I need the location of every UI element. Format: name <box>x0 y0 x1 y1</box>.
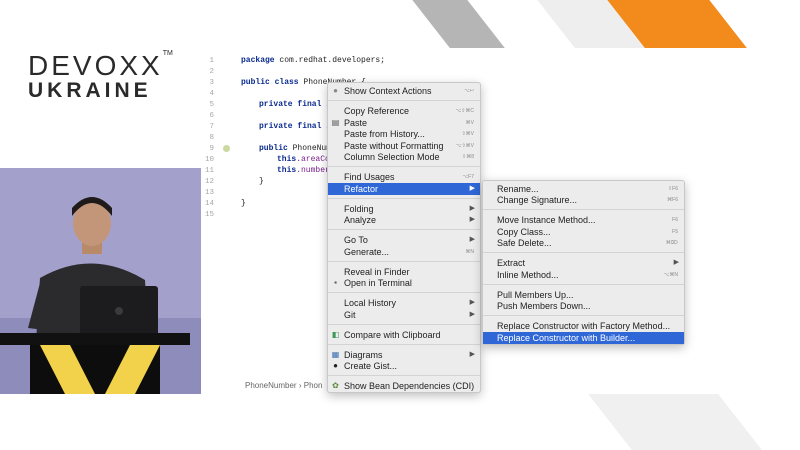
line-number: 8 <box>209 134 214 142</box>
menu-item-local-history[interactable]: Local History ▶ <box>328 297 480 309</box>
menu-item-analyze[interactable]: Analyze ▶ <box>328 214 480 226</box>
code-line: } <box>241 199 246 208</box>
refactor-submenu: Rename... ⇧F6 Change Signature... ⌘F6 Move… <box>482 180 685 345</box>
menu-separator <box>328 344 480 345</box>
menu-item-create-gist[interactable]: ● Create Gist... <box>328 360 480 372</box>
line-number: 15 <box>204 211 214 219</box>
menu-separator <box>328 166 480 167</box>
menu-item-generate[interactable]: Generate... ⌘N <box>328 246 480 258</box>
shortcut: ⌘F6 <box>667 197 678 203</box>
shortcut: ⇧⌘8 <box>462 154 474 160</box>
line-number: 6 <box>209 112 214 120</box>
menu-separator <box>328 324 480 325</box>
menu-item-git[interactable]: Git ▶ <box>328 309 480 321</box>
code-line: this.areaCod <box>277 155 335 164</box>
logo-line2: UKRAINE <box>28 79 152 102</box>
code-line: private final in <box>259 122 336 131</box>
menu-item-show-context-actions[interactable]: ● Show Context Actions ⌥↩ <box>328 85 480 97</box>
devoxx-ukraine-logo: DEVOXXTM UKRAINE <box>28 50 173 103</box>
code-line: public PhoneNumb <box>259 144 336 153</box>
menu-item-copy-reference[interactable]: Copy Reference ⌥⇧⌘C <box>328 105 480 117</box>
shortcut: ⌥↩ <box>464 88 474 94</box>
compare-icon: ◧ <box>331 330 340 339</box>
clipboard-icon: ▤ <box>331 118 340 127</box>
menu-item-column-selection-mode[interactable]: Column Selection Mode ⇧⌘8 <box>328 151 480 163</box>
logo-trademark: TM <box>162 50 173 57</box>
line-number: 2 <box>209 68 214 76</box>
submenu-arrow-icon: ▶ <box>469 236 475 243</box>
line-number: 7 <box>209 123 214 131</box>
menu-item-push-members-down[interactable]: Push Members Down... <box>483 300 684 312</box>
menu-item-show-bean-dependencies[interactable]: ✿ Show Bean Dependencies (CDI) <box>328 380 480 392</box>
menu-separator <box>328 198 480 199</box>
shortcut: ⌥F7 <box>462 174 474 180</box>
menu-item-extract[interactable]: Extract ▶ <box>483 257 684 269</box>
submenu-arrow-icon: ▶ <box>469 311 475 318</box>
shortcut: ⌘⌦ <box>665 240 678 246</box>
context-menu: ● Show Context Actions ⌥↩ Copy Reference ⌥⇧… <box>327 82 481 393</box>
code-line: private final in <box>259 100 336 109</box>
menu-item-find-usages[interactable]: Find Usages ⌥F7 <box>328 171 480 183</box>
menu-item-paste-from-history[interactable]: Paste from History... ⇧⌘V <box>328 128 480 140</box>
menu-item-replace-constructor-builder[interactable]: Replace Constructor with Builder... <box>483 332 684 344</box>
bean-icon: ✿ <box>332 381 339 390</box>
menu-separator <box>328 375 480 376</box>
stage: DEVOXXTM UKRAINE 1 2 3 4 5 6 7 8 9 10 11… <box>0 0 800 450</box>
shortcut: ⌘N <box>465 249 474 255</box>
menu-item-refactor[interactable]: Refactor ▶ <box>328 183 480 195</box>
presenter-video <box>0 168 201 394</box>
submenu-arrow-icon: ▶ <box>469 185 475 192</box>
line-number: 12 <box>204 178 214 186</box>
line-number: 9 <box>209 145 214 153</box>
line-number: 13 <box>204 189 214 197</box>
logo-line1: DEVOXX <box>28 50 163 81</box>
github-icon: ● <box>333 361 338 370</box>
menu-item-inline-method[interactable]: Inline Method... ⌥⌘N <box>483 269 684 281</box>
submenu-arrow-icon: ▶ <box>673 259 679 266</box>
submenu-arrow-icon: ▶ <box>469 216 475 223</box>
menu-item-safe-delete[interactable]: Safe Delete... ⌘⌦ <box>483 237 684 249</box>
menu-item-go-to[interactable]: Go To ▶ <box>328 234 480 246</box>
menu-item-replace-constructor-factory[interactable]: Replace Constructor with Factory Method.… <box>483 320 684 332</box>
shortcut: ⇧⌘V <box>461 131 474 137</box>
shortcut: F6 <box>672 217 678 223</box>
menu-item-open-in-terminal[interactable]: ▪ Open in Terminal <box>328 277 480 289</box>
presenter-image <box>0 168 201 394</box>
line-number: 5 <box>209 101 214 109</box>
code-line: this.number <box>277 166 330 175</box>
menu-separator <box>483 252 684 253</box>
menu-item-move-instance-method[interactable]: Move Instance Method... F6 <box>483 214 684 226</box>
menu-separator <box>483 284 684 285</box>
line-number: 1 <box>209 57 214 65</box>
line-number: 10 <box>204 156 214 164</box>
menu-separator <box>483 315 684 316</box>
menu-separator <box>328 229 480 230</box>
menu-separator <box>328 100 480 101</box>
code-line: package com.redhat.developers; <box>241 56 386 65</box>
line-number: 4 <box>209 90 214 98</box>
line-number: 14 <box>204 200 214 208</box>
breadcrumb-item[interactable]: Phon <box>304 381 323 390</box>
terminal-icon: ▪ <box>334 278 337 287</box>
menu-item-change-signature[interactable]: Change Signature... ⌘F6 <box>483 194 684 206</box>
shortcut: ⌥⌘N <box>663 272 678 278</box>
menu-separator <box>483 209 684 210</box>
bulb-icon: ● <box>333 86 338 95</box>
diagram-icon: ▦ <box>331 350 340 359</box>
breadcrumb-separator: › <box>298 381 302 390</box>
menu-separator <box>328 261 480 262</box>
menu-separator <box>328 292 480 293</box>
submenu-arrow-icon: ▶ <box>469 299 475 306</box>
shortcut: ⌥⇧⌘C <box>455 108 474 114</box>
breadcrumb: PhoneNumber › Phon <box>245 381 322 390</box>
breadcrumb-item[interactable]: PhoneNumber <box>245 381 297 390</box>
decor-stripe-bottom <box>588 394 762 450</box>
gutter-marker-icon[interactable] <box>223 145 230 152</box>
line-number: 11 <box>204 167 214 175</box>
menu-item-compare-with-clipboard[interactable]: ◧ Compare with Clipboard <box>328 329 480 341</box>
line-number: 3 <box>209 79 214 87</box>
code-line: } <box>259 177 264 186</box>
